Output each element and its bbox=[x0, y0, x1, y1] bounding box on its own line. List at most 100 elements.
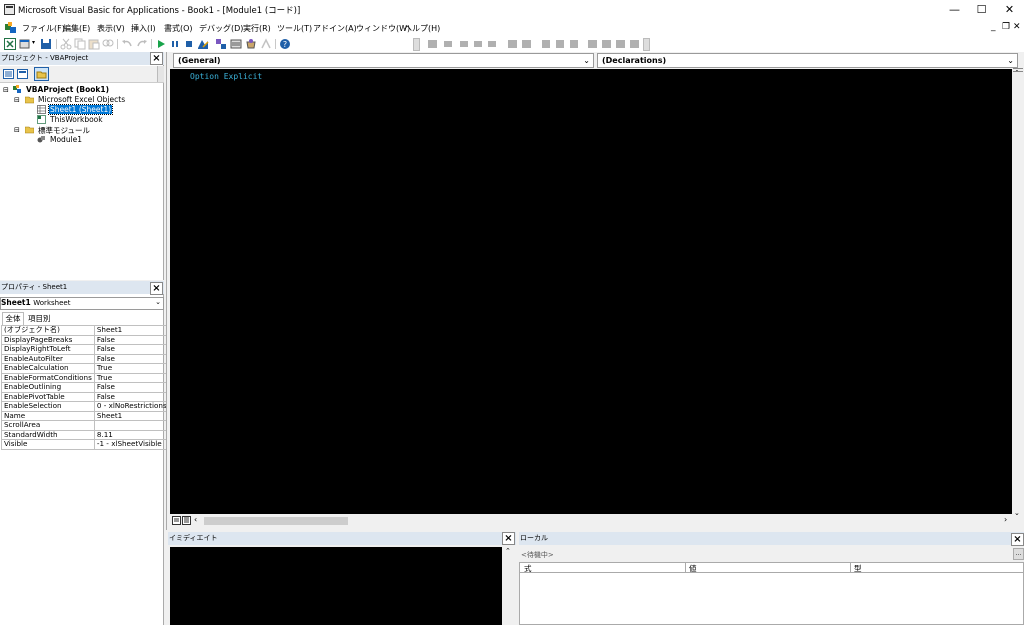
design-mode-icon[interactable] bbox=[197, 38, 209, 50]
toolbox-icon[interactable] bbox=[260, 38, 272, 50]
property-value[interactable]: Sheet1 bbox=[93, 410, 170, 421]
vba-icon[interactable] bbox=[4, 22, 18, 35]
property-row[interactable]: StandardWidth 8.11 bbox=[1, 429, 170, 440]
property-value[interactable]: True bbox=[93, 363, 170, 374]
property-row[interactable]: Name Sheet1 bbox=[1, 410, 170, 421]
procedure-combo[interactable]: (Declarations) ⌄ bbox=[597, 53, 1018, 68]
tree-item-excel-objects[interactable]: Microsoft Excel Objects bbox=[38, 95, 125, 104]
property-value[interactable]: False bbox=[93, 382, 170, 393]
close-button[interactable]: ✕ bbox=[994, 0, 1024, 20]
horizontal-scroll-thumb[interactable] bbox=[204, 517, 348, 525]
tab-categorized[interactable]: 項目別 bbox=[28, 313, 51, 324]
property-value[interactable]: False bbox=[93, 391, 170, 402]
mdi-restore-button[interactable]: ❐ bbox=[1002, 22, 1010, 32]
property-value[interactable] bbox=[93, 420, 170, 431]
scroll-left-icon[interactable]: ‹ bbox=[194, 515, 197, 524]
property-row[interactable]: Visible -1 - xlSheetVisible bbox=[1, 439, 170, 450]
tree-item-thisworkbook[interactable]: ThisWorkbook bbox=[50, 115, 103, 124]
project-explorer-icon[interactable] bbox=[215, 38, 227, 50]
excel-icon[interactable] bbox=[4, 38, 16, 50]
procedure-view-icon[interactable] bbox=[172, 516, 181, 525]
dropdown-arrow-icon[interactable]: ▾ bbox=[32, 39, 35, 46]
paste-icon[interactable] bbox=[88, 38, 100, 50]
scroll-handle[interactable] bbox=[157, 66, 164, 82]
insert-module-icon[interactable] bbox=[19, 38, 31, 50]
property-row[interactable]: EnableFormatConditions True bbox=[1, 372, 170, 383]
property-row[interactable]: DisplayRightToLeft False bbox=[1, 344, 170, 355]
close-project-explorer-button[interactable]: × bbox=[150, 52, 163, 65]
code-editor[interactable]: Option Explicit bbox=[170, 69, 1012, 514]
property-row[interactable]: (オブジェクト名) Sheet1 bbox=[1, 325, 170, 336]
property-row[interactable]: EnableCalculation True bbox=[1, 363, 170, 374]
edit-toolbar-icons[interactable] bbox=[426, 38, 646, 50]
code-vertical-scrollbar[interactable]: ⌃ ⌄ bbox=[1013, 69, 1023, 517]
property-row[interactable]: ScrollArea bbox=[1, 420, 170, 431]
menu-file[interactable]: ファイル(F) bbox=[22, 23, 65, 34]
property-value[interactable]: False bbox=[93, 334, 170, 345]
object-browser-icon[interactable] bbox=[245, 38, 257, 50]
help-icon[interactable]: ? bbox=[279, 38, 291, 50]
undo-icon[interactable] bbox=[121, 38, 133, 50]
property-value[interactable]: False bbox=[93, 344, 170, 355]
save-icon[interactable] bbox=[40, 38, 52, 50]
mdi-close-button[interactable]: ✕ bbox=[1013, 22, 1021, 32]
object-combo[interactable]: (General) ⌄ bbox=[173, 53, 594, 68]
cut-icon[interactable] bbox=[60, 38, 72, 50]
collapse-icon[interactable]: ⊟ bbox=[14, 96, 20, 104]
menu-debug[interactable]: デバッグ(D) bbox=[199, 23, 243, 34]
column-expression[interactable]: 式 bbox=[524, 563, 532, 574]
mdi-minimize-button[interactable]: _ bbox=[991, 22, 996, 32]
property-row[interactable]: EnableOutlining False bbox=[1, 382, 170, 393]
property-row[interactable]: DisplayPageBreaks False bbox=[1, 334, 170, 345]
property-row[interactable]: EnableAutoFilter False bbox=[1, 353, 170, 364]
toolbar-grip[interactable] bbox=[413, 38, 420, 51]
menu-insert[interactable]: 挿入(I) bbox=[131, 23, 156, 34]
maximize-button[interactable]: ☐ bbox=[966, 0, 997, 20]
immediate-editor[interactable] bbox=[170, 547, 502, 625]
menu-window[interactable]: ウィンドウ(W) bbox=[356, 23, 410, 34]
menu-help[interactable]: ヘルプ(H) bbox=[404, 23, 440, 34]
property-value[interactable]: 8.11 bbox=[93, 429, 170, 440]
call-stack-button[interactable]: ... bbox=[1013, 548, 1024, 560]
pause-icon[interactable] bbox=[169, 38, 181, 50]
properties-window-icon[interactable] bbox=[230, 38, 242, 50]
property-value[interactable]: -1 - xlSheetVisible bbox=[93, 439, 170, 450]
split-bar[interactable] bbox=[1013, 68, 1023, 72]
scroll-down-icon[interactable]: ⌄ bbox=[1014, 509, 1020, 517]
tab-alphabetic[interactable]: 全体 bbox=[2, 312, 24, 325]
immediate-scrollbar[interactable]: ⌃ bbox=[503, 547, 515, 625]
property-row[interactable]: EnableSelection 0 - xlNoRestrictions bbox=[1, 401, 170, 412]
menu-format[interactable]: 書式(O) bbox=[164, 23, 193, 34]
property-value[interactable]: Sheet1 bbox=[93, 325, 170, 336]
menu-tools[interactable]: ツール(T) bbox=[277, 23, 312, 34]
object-selector[interactable]: Sheet1 Worksheet ⌄ bbox=[0, 297, 164, 310]
close-properties-button[interactable]: × bbox=[150, 282, 163, 295]
column-value[interactable]: 値 bbox=[689, 563, 697, 574]
copy-icon[interactable] bbox=[74, 38, 86, 50]
collapse-icon[interactable]: ⊟ bbox=[14, 126, 20, 134]
property-row[interactable]: EnablePivotTable False bbox=[1, 391, 170, 402]
column-divider[interactable] bbox=[685, 563, 686, 573]
scroll-up-icon[interactable]: ⌃ bbox=[505, 547, 511, 555]
menu-view[interactable]: 表示(V) bbox=[97, 23, 125, 34]
view-code-icon[interactable] bbox=[3, 69, 14, 79]
toggle-folders-icon[interactable] bbox=[34, 67, 49, 81]
menu-edit[interactable]: 編集(E) bbox=[63, 23, 90, 34]
collapse-icon[interactable]: ⊟ bbox=[3, 86, 9, 94]
scroll-right-icon[interactable]: › bbox=[1004, 515, 1007, 524]
tree-item-sheet1[interactable]: Sheet1 (Sheet1) bbox=[47, 104, 114, 115]
tree-item-module1[interactable]: Module1 bbox=[50, 135, 82, 144]
property-value[interactable]: False bbox=[93, 353, 170, 364]
menu-addins[interactable]: アドイン(A) bbox=[313, 23, 357, 34]
property-value[interactable]: 0 - xlNoRestrictions bbox=[93, 401, 170, 412]
redo-icon[interactable] bbox=[136, 38, 148, 50]
find-icon[interactable] bbox=[102, 38, 114, 50]
column-divider[interactable] bbox=[850, 563, 851, 573]
tree-item-vbaproject[interactable]: VBAProject (Book1) bbox=[26, 85, 109, 94]
close-locals-button[interactable]: × bbox=[1011, 533, 1024, 546]
run-icon[interactable] bbox=[155, 38, 167, 50]
stop-icon[interactable] bbox=[183, 38, 195, 50]
property-value[interactable]: True bbox=[93, 372, 170, 383]
toolbar-grip[interactable] bbox=[643, 38, 650, 51]
full-module-view-icon[interactable] bbox=[182, 516, 191, 525]
